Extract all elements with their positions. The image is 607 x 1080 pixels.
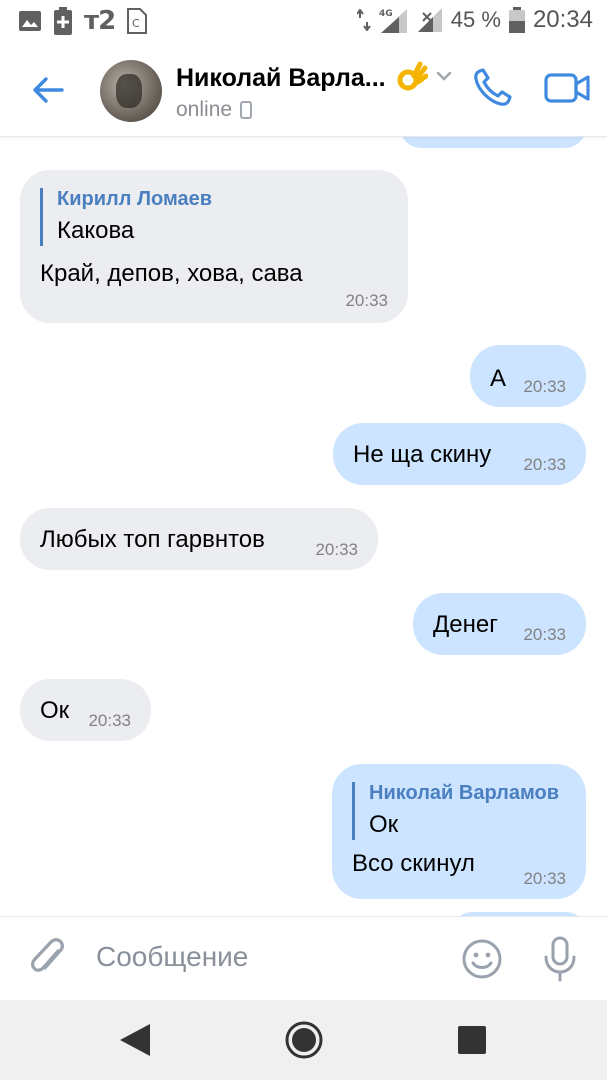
message-incoming[interactable]: Кирилл Ломаев Какова Край, депов, хова, … <box>20 170 408 323</box>
message-incoming[interactable]: Ок 20:33 <box>20 679 151 741</box>
sim-icon: C <box>127 8 148 34</box>
contact-name[interactable]: Николай Варла... <box>176 64 386 93</box>
reply-quote[interactable]: Николай Варламов Ок <box>352 782 559 840</box>
message-incoming[interactable]: Любых топ гарвнтов 20:33 <box>20 508 378 570</box>
message-outgoing[interactable]: А 20:33 <box>470 345 586 407</box>
video-camera-icon[interactable] <box>544 70 590 106</box>
message-text: Любых топ гарвнтов <box>40 526 265 553</box>
microphone-icon[interactable] <box>540 935 580 983</box>
message-input[interactable] <box>96 941 426 973</box>
message-outgoing[interactable]: Не ща скину 20:33 <box>333 423 586 485</box>
battery-saver-icon <box>54 7 72 35</box>
svg-text:4G: 4G <box>379 9 393 19</box>
signal-icon <box>417 8 442 32</box>
message-time: 20:33 <box>88 711 131 730</box>
svg-text:C: C <box>132 17 140 30</box>
data-arrows-icon <box>356 9 371 31</box>
clock: 20:34 <box>532 6 593 33</box>
message-time: 20:33 <box>523 869 566 888</box>
battery-percent: 45 % <box>450 7 501 32</box>
reply-author: Николай Варламов <box>369 782 560 804</box>
nav-home-icon[interactable] <box>284 1020 324 1060</box>
reply-author: Кирилл Ломаев <box>57 188 213 210</box>
message-text: А <box>490 365 507 392</box>
partial-message[interactable] <box>400 136 586 148</box>
message-text: Не ща скину <box>353 441 492 468</box>
status-bar: т2 C 4G 45 % 20:34 <box>0 0 607 42</box>
message-time: 20:33 <box>345 291 388 310</box>
ok-hand-emoji-icon <box>397 61 428 91</box>
phone-icon[interactable] <box>470 66 514 110</box>
gallery-icon <box>19 11 41 31</box>
message-outgoing[interactable]: Николай Варламов Ок Всо скинул 20:33 <box>332 764 586 899</box>
message-composer <box>0 916 607 1001</box>
chat-header: Николай Варла... online <box>0 42 607 137</box>
signal-4g-icon: 4G <box>379 9 407 33</box>
message-outgoing[interactable]: Денег 20:33 <box>413 593 586 655</box>
back-arrow-icon[interactable] <box>28 70 68 110</box>
message-text: Денег <box>433 611 498 638</box>
message-text: Край, депов, хова, сава <box>40 260 303 287</box>
system-nav-bar <box>0 1000 607 1080</box>
nav-back-icon[interactable] <box>118 1022 152 1058</box>
message-list[interactable]: Кирилл Ломаев Какова Край, депов, хова, … <box>0 136 607 916</box>
message-text: Ок <box>40 697 70 724</box>
reply-quote[interactable]: Кирилл Ломаев Какова <box>40 188 212 246</box>
message-time: 20:33 <box>523 625 566 644</box>
nav-recent-apps-icon[interactable] <box>458 1026 486 1054</box>
battery-icon <box>508 7 525 33</box>
status-text: online <box>176 98 233 121</box>
reply-text: Какова <box>57 217 135 244</box>
message-time: 20:33 <box>315 540 358 559</box>
attach-icon[interactable] <box>28 937 68 981</box>
contact-status: online <box>176 98 253 122</box>
chevron-down-icon[interactable] <box>434 66 454 86</box>
message-text: Всо скинул <box>352 850 475 877</box>
reply-text: Ок <box>369 811 399 838</box>
avatar[interactable] <box>100 60 162 122</box>
message-time: 20:33 <box>523 377 566 396</box>
message-time: 20:33 <box>523 455 566 474</box>
carrier-label: т2 <box>84 6 116 36</box>
emoji-icon[interactable] <box>460 937 504 981</box>
mobile-device-icon <box>240 101 253 119</box>
